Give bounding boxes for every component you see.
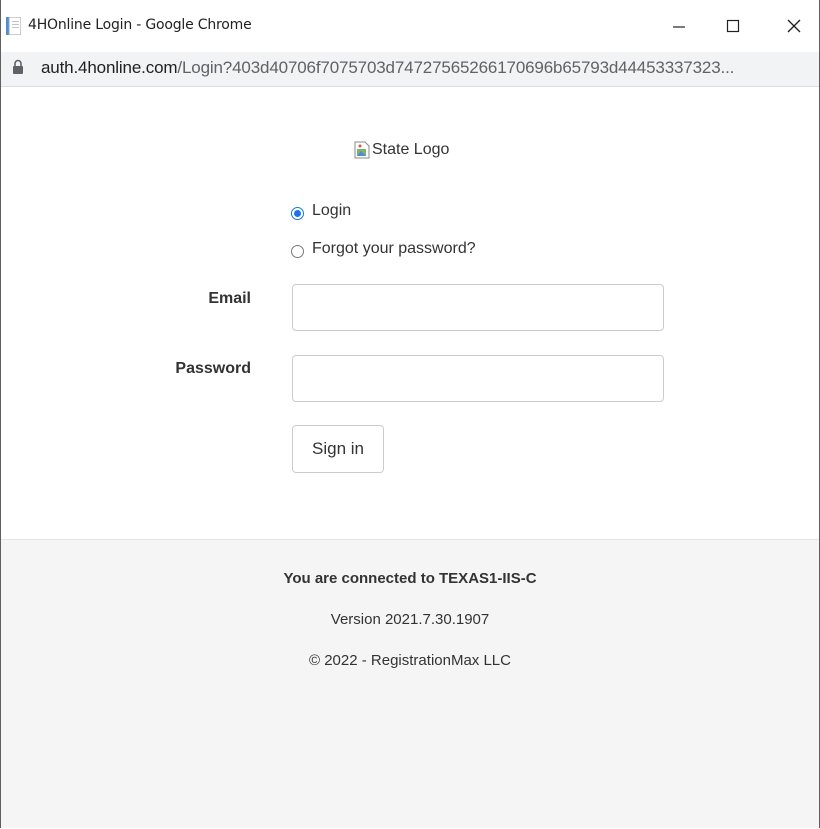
url-path: /Login?403d40706f7075703d747275652661706…	[177, 58, 735, 77]
address-bar[interactable]: auth.4honline.com/Login?403d40706f707570…	[1, 52, 819, 87]
connected-server-text: You are connected to TEXAS1-IIS-C	[283, 570, 537, 587]
browser-window: 4HOnline Login - Google Chrome auth.4hon…	[0, 0, 820, 828]
url-host: auth.4honline.com	[41, 58, 178, 77]
login-radio-label: Login	[312, 201, 352, 219]
version-text: Version 2021.7.30.1907	[330, 611, 490, 628]
close-icon	[787, 19, 801, 33]
maximize-icon	[726, 19, 740, 33]
password-label: Password	[175, 360, 251, 377]
login-radio[interactable]	[291, 207, 304, 220]
state-logo-alt-text: State Logo	[372, 141, 450, 158]
close-button[interactable]	[771, 8, 817, 44]
radio-option-login[interactable]: Login	[291, 201, 351, 220]
lock-icon	[13, 59, 23, 74]
minimize-button[interactable]	[656, 8, 702, 44]
maximize-button[interactable]	[710, 8, 756, 44]
title-bar: 4HOnline Login - Google Chrome	[1, 0, 819, 52]
page-favicon-icon	[6, 17, 21, 35]
footer: You are connected to TEXAS1-IIS-C Versio…	[1, 539, 819, 828]
forgot-password-radio[interactable]	[291, 245, 304, 258]
copyright-text: © 2022 - RegistrationMax LLC	[309, 652, 511, 669]
window-title: 4HOnline Login - Google Chrome	[28, 17, 252, 33]
password-field[interactable]	[292, 355, 664, 402]
email-label: Email	[208, 290, 251, 307]
sign-in-button[interactable]: Sign in	[292, 425, 384, 473]
broken-image-icon	[354, 141, 370, 159]
forgot-password-radio-label: Forgot your password?	[312, 239, 476, 257]
email-field[interactable]	[292, 284, 664, 331]
minimize-icon	[673, 26, 685, 28]
state-logo: State Logo	[354, 139, 449, 161]
url-text[interactable]: auth.4honline.com/Login?403d40706f707570…	[41, 58, 734, 78]
radio-option-forgot-password[interactable]: Forgot your password?	[291, 239, 476, 258]
